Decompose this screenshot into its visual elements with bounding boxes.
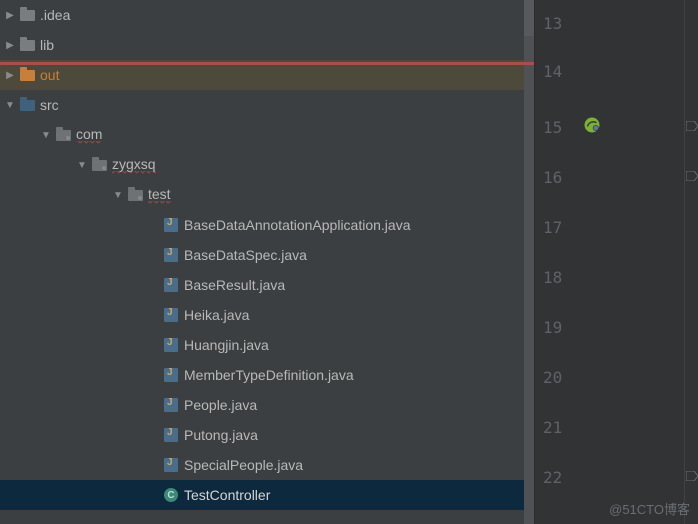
tree-item-label: test	[148, 186, 171, 204]
line-number[interactable]: 22	[543, 468, 562, 487]
tree-row[interactable]: BaseDataAnnotationApplication.java	[0, 210, 534, 240]
line-number[interactable]: 20	[543, 368, 562, 387]
tree-row[interactable]: BaseDataSpec.java	[0, 240, 534, 270]
chevron-down-icon[interactable]	[110, 187, 126, 203]
tree-item-label: TestController	[184, 487, 270, 503]
source-folder-icon	[18, 96, 36, 114]
java-file-icon	[162, 456, 180, 474]
package-icon	[126, 186, 144, 204]
tree-item-label: com	[76, 126, 102, 144]
project-tree-panel[interactable]: .idea lib out src com zygxsq test BaseDataAnnot…	[0, 0, 534, 524]
editor-marker-track[interactable]	[684, 0, 698, 524]
tree-row[interactable]: com	[0, 120, 534, 150]
tree-item-label: MemberTypeDefinition.java	[184, 367, 354, 383]
tree-item-label: BaseDataSpec.java	[184, 247, 307, 263]
gutter-marker-icon[interactable]	[686, 468, 698, 478]
line-number[interactable]: 16	[543, 168, 562, 187]
chevron-down-icon[interactable]	[38, 127, 54, 143]
tree-scrollbar-thumb[interactable]	[524, 0, 534, 36]
tree-row[interactable]: test	[0, 180, 534, 210]
tree-row[interactable]: Huangjin.java	[0, 330, 534, 360]
line-number[interactable]: 14	[543, 62, 562, 81]
tree-item-label: BaseResult.java	[184, 277, 285, 293]
java-file-icon	[162, 396, 180, 414]
tree-row[interactable]: SpecialPeople.java	[0, 450, 534, 480]
tree-item-label: out	[40, 67, 59, 83]
tree-item-label: BaseDataAnnotationApplication.java	[184, 217, 411, 233]
tree-scrollbar[interactable]	[524, 0, 534, 524]
tree-item-label: lib	[40, 37, 54, 53]
java-class-icon	[162, 486, 180, 504]
folder-excluded-icon	[18, 66, 36, 84]
tree-row[interactable]: lib	[0, 30, 534, 60]
gutter-marker-icon[interactable]	[686, 168, 698, 178]
gutter-marker-icon[interactable]	[686, 118, 698, 128]
java-file-icon	[162, 336, 180, 354]
package-icon	[90, 156, 108, 174]
tree-row[interactable]: Heika.java	[0, 300, 534, 330]
chevron-right-icon[interactable]	[2, 37, 18, 53]
tree-row[interactable]: .idea	[0, 0, 534, 30]
watermark-text: @51CTO博客	[609, 499, 690, 518]
tree-item-label: Huangjin.java	[184, 337, 269, 353]
tree-row[interactable]: BaseResult.java	[0, 270, 534, 300]
line-number[interactable]: 15	[543, 118, 562, 137]
tree-item-label: SpecialPeople.java	[184, 457, 303, 473]
java-file-icon	[162, 366, 180, 384]
tree-item-label: People.java	[184, 397, 257, 413]
tree-item-label: .idea	[40, 7, 70, 23]
tree-item-label: src	[40, 97, 59, 113]
tree-row[interactable]: People.java	[0, 390, 534, 420]
tree-row[interactable]: MemberTypeDefinition.java	[0, 360, 534, 390]
tree-item-label: zygxsq	[112, 156, 156, 174]
line-number[interactable]: 19	[543, 318, 562, 337]
chevron-right-icon[interactable]	[2, 7, 18, 23]
chevron-down-icon[interactable]	[74, 157, 90, 173]
tree-item-label: Heika.java	[184, 307, 249, 323]
tree-row[interactable]: TestController	[0, 480, 534, 510]
tree-scrollbar-error-mark	[0, 62, 534, 65]
chevron-down-icon[interactable]	[2, 97, 18, 113]
tree-row[interactable]: zygxsq	[0, 150, 534, 180]
java-file-icon	[162, 246, 180, 264]
tree-row[interactable]: src	[0, 90, 534, 120]
folder-icon	[18, 36, 36, 54]
java-file-icon	[162, 426, 180, 444]
editor-gutter[interactable]: 13 14 15 16 17 18 19 20 21 22	[534, 0, 698, 524]
java-file-icon	[162, 306, 180, 324]
tree-item-label: Putong.java	[184, 427, 258, 443]
package-icon	[54, 126, 72, 144]
spring-icon[interactable]	[583, 116, 601, 134]
folder-icon	[18, 6, 36, 24]
line-number[interactable]: 13	[543, 14, 562, 33]
line-number[interactable]: 17	[543, 218, 562, 237]
java-file-icon	[162, 276, 180, 294]
java-file-icon	[162, 216, 180, 234]
tree-row[interactable]: Putong.java	[0, 420, 534, 450]
chevron-right-icon[interactable]	[2, 67, 18, 83]
line-number[interactable]: 18	[543, 268, 562, 287]
line-number[interactable]: 21	[543, 418, 562, 437]
